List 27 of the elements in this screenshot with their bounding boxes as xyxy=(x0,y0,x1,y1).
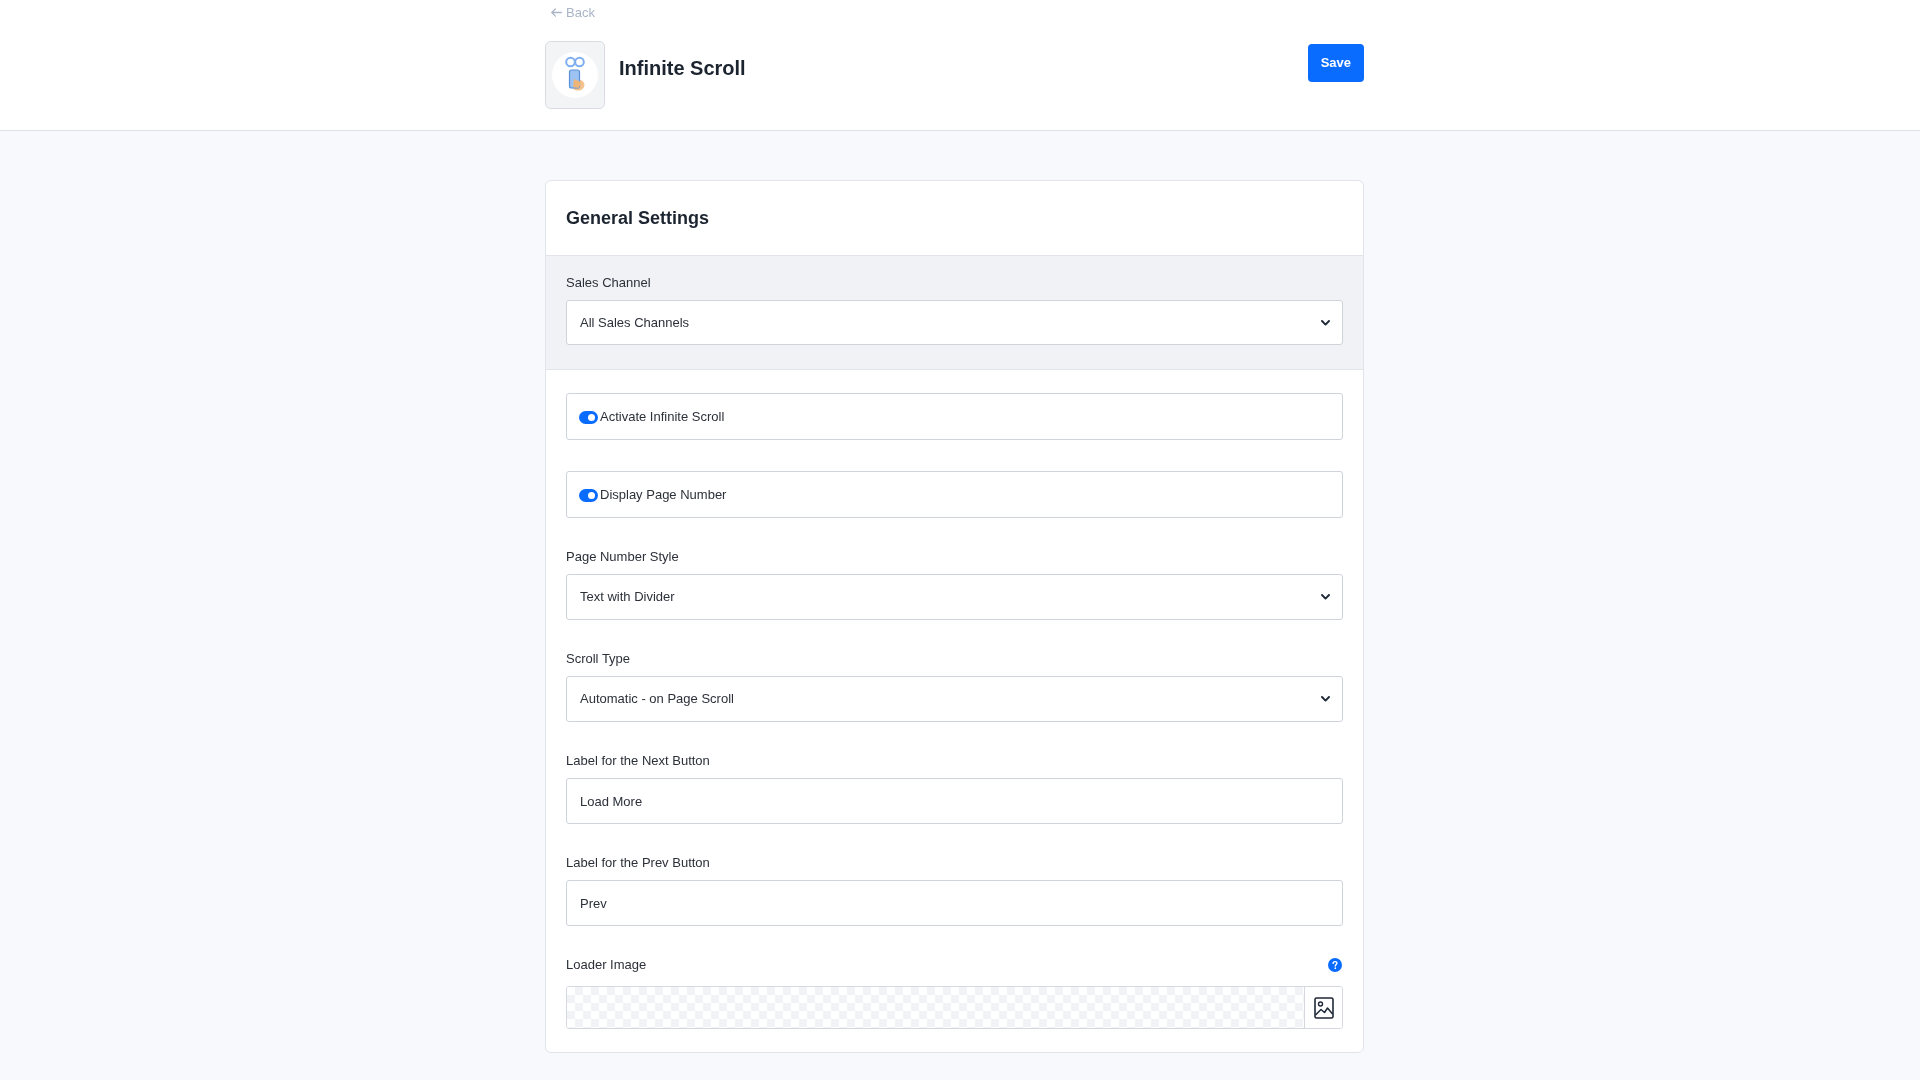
select-dropdown[interactable]: All Sales Channels xyxy=(566,300,1343,345)
card-title: General Settings xyxy=(566,206,710,230)
field-label: Sales Channel xyxy=(566,275,652,291)
app-logo-icon xyxy=(545,41,605,109)
toggle-label: Display Page Number xyxy=(600,487,727,503)
select-dropdown[interactable]: Text with Divider xyxy=(566,574,1343,620)
field-label: Page Number Style xyxy=(566,549,680,565)
field-label: Label for the Prev Button xyxy=(566,855,711,871)
text-input[interactable]: Load More xyxy=(566,778,1343,824)
save-button[interactable]: Save xyxy=(1307,44,1364,82)
chevron-down-icon xyxy=(1321,696,1330,702)
field-label: Label for the Next Button xyxy=(566,753,711,769)
field-label: Scroll Type xyxy=(566,651,632,667)
image-field[interactable] xyxy=(566,986,1343,1029)
field-label: Loader Image xyxy=(566,957,647,973)
arrow-left-icon xyxy=(551,8,562,17)
toggle-label: Activate Infinite Scroll xyxy=(600,409,725,425)
page-title: Infinite Scroll xyxy=(619,56,746,80)
toggle-switch[interactable] xyxy=(579,489,598,502)
image-picker-button[interactable] xyxy=(1304,987,1342,1028)
image-icon xyxy=(1313,996,1334,1019)
help-icon[interactable] xyxy=(1328,958,1342,972)
chevron-down-icon xyxy=(1321,319,1330,326)
text-input[interactable]: Prev xyxy=(566,880,1343,926)
select-dropdown[interactable]: Automatic - on Page Scroll xyxy=(566,676,1343,722)
toggle-switch[interactable] xyxy=(579,411,598,424)
chevron-down-icon xyxy=(1321,594,1330,600)
